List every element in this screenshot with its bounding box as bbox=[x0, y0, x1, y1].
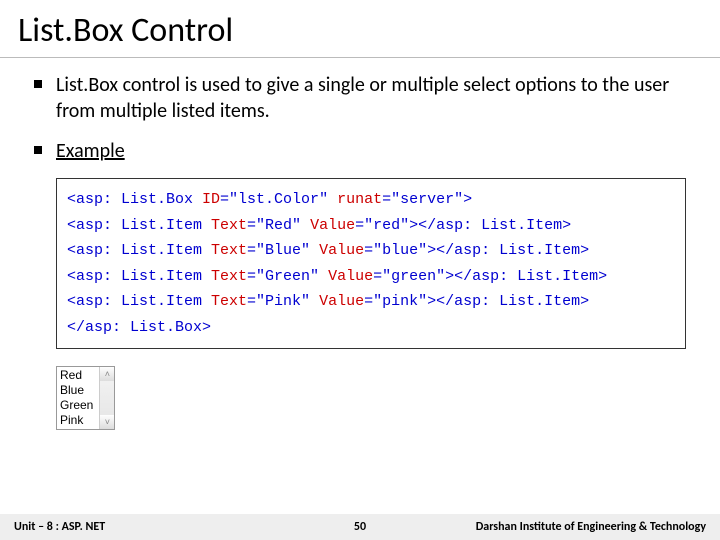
bullet-icon bbox=[34, 146, 42, 154]
footer-unit: Unit – 8 : ASP. NET bbox=[14, 520, 105, 534]
bullet-2: Example bbox=[34, 138, 686, 164]
listbox-preview[interactable]: Red Blue Green Pink ˄ ˅ bbox=[56, 366, 115, 430]
bullet-icon bbox=[34, 80, 42, 88]
code-line-5: <asp: List.Item Text="Pink" Value="pink"… bbox=[67, 289, 675, 315]
code-line-6: </asp: List.Box> bbox=[67, 315, 675, 341]
scroll-up-icon[interactable]: ˄ bbox=[100, 367, 114, 381]
bullet-1: List.Box control is used to give a singl… bbox=[34, 72, 686, 124]
code-line-2: <asp: List.Item Text="Red" Value="red"><… bbox=[67, 213, 675, 239]
footer-institute: Darshan Institute of Engineering & Techn… bbox=[476, 520, 706, 534]
bullet-2-text: Example bbox=[56, 138, 125, 164]
code-line-3: <asp: List.Item Text="Blue" Value="blue"… bbox=[67, 238, 675, 264]
listbox-scrollbar[interactable]: ˄ ˅ bbox=[99, 367, 114, 429]
list-item[interactable]: Pink bbox=[60, 413, 93, 428]
slide-content: List.Box control is used to give a singl… bbox=[0, 58, 720, 430]
listbox-items[interactable]: Red Blue Green Pink bbox=[57, 367, 99, 429]
slide-footer: Unit – 8 : ASP. NET 50 Darshan Institute… bbox=[0, 514, 720, 540]
list-item[interactable]: Green bbox=[60, 398, 93, 413]
code-example: <asp: List.Box ID="lst.Color" runat="ser… bbox=[56, 178, 686, 349]
bullet-1-text: List.Box control is used to give a singl… bbox=[56, 72, 686, 124]
code-line-1: <asp: List.Box ID="lst.Color" runat="ser… bbox=[67, 187, 675, 213]
list-item[interactable]: Blue bbox=[60, 383, 93, 398]
scroll-down-icon[interactable]: ˅ bbox=[100, 415, 114, 429]
list-item[interactable]: Red bbox=[60, 368, 93, 383]
slide-title: List.Box Control bbox=[0, 0, 720, 58]
code-line-4: <asp: List.Item Text="Green" Value="gree… bbox=[67, 264, 675, 290]
